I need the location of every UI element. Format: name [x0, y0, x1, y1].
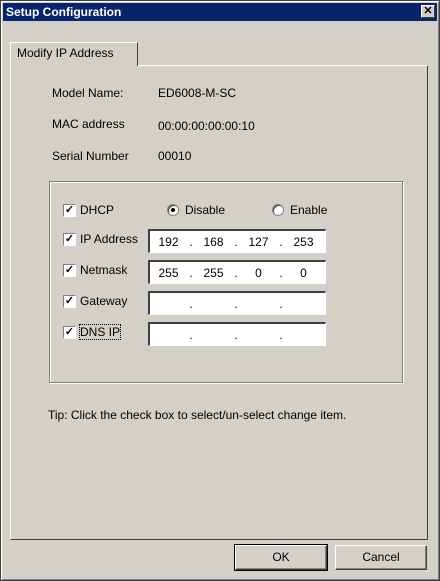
dhcp-disable-label: Disable — [185, 203, 226, 217]
dns-ip-field[interactable]: . . . — [148, 322, 326, 346]
check-mark-icon: ✓ — [64, 264, 75, 276]
dhcp-disable-radio[interactable] — [167, 204, 179, 216]
serial-number-label: Serial Number — [52, 149, 129, 163]
gateway-checkbox[interactable]: ✓ — [63, 295, 76, 308]
octet-separator: . — [234, 327, 238, 342]
model-name-label: Model Name: — [52, 86, 124, 100]
octet-separator: . — [234, 234, 238, 249]
dhcp-enable-radio[interactable] — [272, 204, 284, 216]
ip-octet-4[interactable]: 253 — [285, 235, 322, 249]
tip-text: Tip: Click the check box to select/un-se… — [48, 408, 347, 422]
ip-octet-2[interactable]: 168 — [195, 235, 232, 249]
check-mark-icon: ✓ — [64, 233, 75, 245]
tab-label: Modify IP Address — [17, 46, 114, 60]
window-title: Setup Configuration — [6, 5, 122, 19]
netmask-field[interactable]: 255. 255. 0. 0 — [148, 260, 326, 284]
ip-octet-3[interactable]: 127 — [240, 235, 277, 249]
netmask-label: Netmask — [80, 263, 128, 277]
octet-separator: . — [189, 234, 193, 249]
close-icon[interactable]: ✕ — [421, 5, 435, 18]
octet-separator: . — [189, 327, 193, 342]
title-bar[interactable]: Setup Configuration ✕ — [3, 3, 437, 21]
dhcp-label: DHCP — [80, 203, 115, 217]
netmask-octet-2[interactable]: 255 — [195, 266, 232, 280]
ip-octet-1[interactable]: 192 — [150, 235, 187, 249]
check-mark-icon: ✓ — [64, 295, 75, 307]
dns-ip-checkbox[interactable]: ✓ — [63, 326, 76, 339]
octet-separator: . — [234, 265, 238, 280]
netmask-octet-3[interactable]: 0 — [240, 266, 277, 280]
dns-ip-row: ✓ DNS IP . . . — [63, 322, 333, 346]
ip-address-row: ✓ IP Address 192. 168. 127. 253 — [63, 229, 333, 253]
mac-address-value: 00:00:00:00:00:10 — [158, 119, 255, 133]
dhcp-checkbox[interactable]: ✓ — [63, 204, 76, 217]
gateway-label: Gateway — [80, 294, 128, 308]
ip-address-field[interactable]: 192. 168. 127. 253 — [148, 229, 326, 253]
ok-button[interactable]: OK — [234, 544, 328, 571]
dhcp-enable-label: Enable — [290, 203, 328, 217]
tab-modify-ip-address[interactable]: Modify IP Address — [10, 42, 138, 66]
octet-separator: . — [189, 265, 193, 280]
octet-separator: . — [189, 296, 193, 311]
ip-address-checkbox[interactable]: ✓ — [63, 233, 76, 246]
octet-separator: . — [279, 265, 283, 280]
octet-separator: . — [279, 234, 283, 249]
netmask-octet-1[interactable]: 255 — [150, 266, 187, 280]
mac-address-label: MAC address — [52, 117, 125, 131]
netmask-octet-4[interactable]: 0 — [285, 266, 322, 280]
ip-address-label: IP Address — [80, 232, 138, 246]
netmask-checkbox[interactable]: ✓ — [63, 264, 76, 277]
netmask-row: ✓ Netmask 255. 255. 0. 0 — [63, 260, 333, 284]
check-mark-icon: ✓ — [64, 326, 75, 338]
dns-ip-label: DNS IP — [78, 324, 122, 340]
check-mark-icon: ✓ — [64, 204, 75, 216]
serial-number-value: 00010 — [158, 149, 192, 163]
dhcp-row: ✓ DHCP Disable Enable — [63, 200, 363, 224]
octet-separator: . — [279, 327, 283, 342]
octet-separator: . — [279, 296, 283, 311]
cancel-button[interactable]: Cancel — [335, 545, 427, 570]
octet-separator: . — [234, 296, 238, 311]
model-name-value: ED6008-M-SC — [158, 86, 237, 100]
gateway-field[interactable]: . . . — [148, 291, 326, 315]
gateway-row: ✓ Gateway . . . — [63, 291, 333, 315]
